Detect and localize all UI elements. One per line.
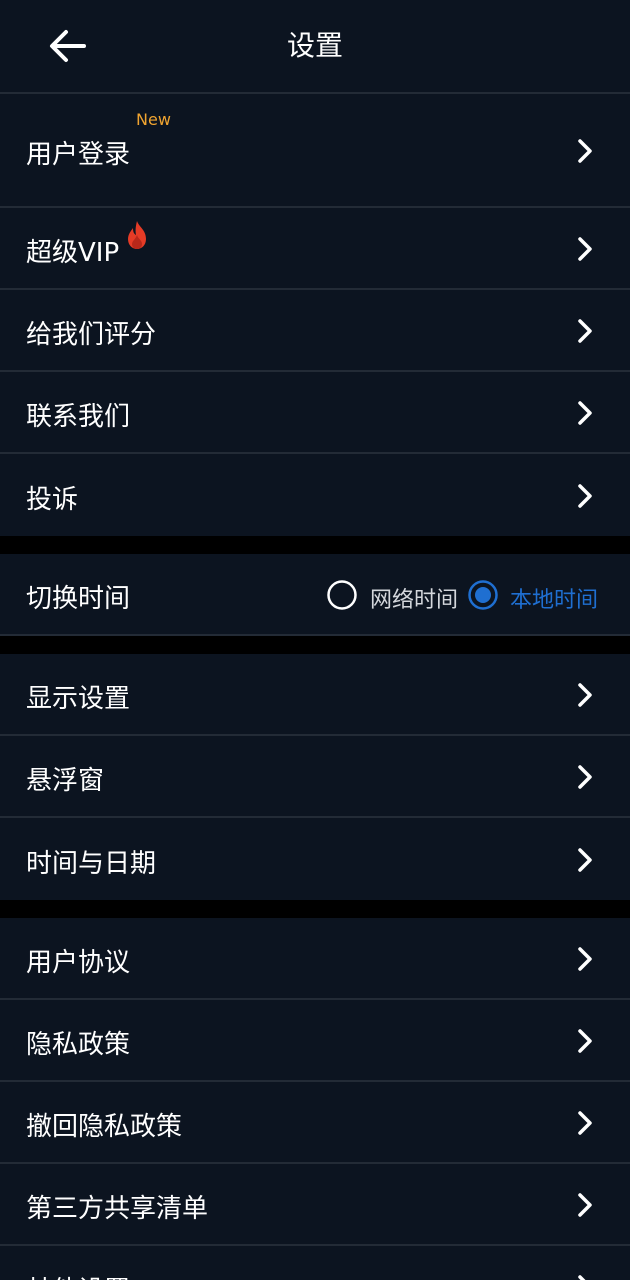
- other-settings-label: 其他设置: [26, 1270, 130, 1280]
- user-agreement-row[interactable]: 用户协议: [0, 918, 630, 1000]
- complain-row[interactable]: 投诉: [0, 454, 630, 536]
- user-login-label: 用户登录: [26, 140, 131, 170]
- super-vip-label: 超级VIP: [26, 238, 120, 268]
- contact-us-row[interactable]: 联系我们: [0, 372, 630, 454]
- local-time-label[interactable]: 本地时间: [510, 582, 598, 614]
- display-settings-row[interactable]: 显示设置: [0, 654, 630, 736]
- chevron-right-icon: [578, 319, 592, 343]
- chevron-right-icon: [578, 765, 592, 789]
- contact-us-label: 联系我们: [26, 402, 131, 432]
- rate-us-row[interactable]: 给我们评分: [0, 290, 630, 372]
- top-bar: 设置: [0, 0, 630, 94]
- fire-icon: [128, 221, 146, 249]
- back-button[interactable]: [44, 22, 92, 70]
- chevron-right-icon: [578, 848, 592, 872]
- switch-time-label: 切换时间: [26, 584, 131, 614]
- chevron-right-icon: [578, 401, 592, 425]
- page-title: 设置: [286, 29, 343, 62]
- revoke-privacy-row[interactable]: 撤回隐私政策: [0, 1082, 630, 1164]
- network-time-radio[interactable]: [327, 580, 357, 610]
- arrow-left-icon: [50, 30, 86, 62]
- chevron-right-icon: [578, 139, 592, 163]
- chevron-right-icon: [578, 484, 592, 508]
- chevron-right-icon: [578, 1275, 586, 1280]
- chevron-right-icon: [578, 683, 592, 707]
- network-time-label[interactable]: 网络时间: [370, 582, 458, 614]
- super-vip-row[interactable]: 超级VIP: [0, 208, 630, 290]
- third-party-list-row[interactable]: 第三方共享清单: [0, 1164, 630, 1246]
- complain-label: 投诉: [26, 485, 79, 515]
- new-badge: New: [136, 110, 171, 129]
- chevron-right-icon: [578, 947, 592, 971]
- third-party-list-label: 第三方共享清单: [26, 1194, 209, 1224]
- revoke-privacy-label: 撤回隐私政策: [26, 1112, 183, 1142]
- time-date-row[interactable]: 时间与日期: [0, 818, 630, 900]
- chevron-right-icon: [578, 237, 592, 261]
- chevron-right-icon: [578, 1193, 592, 1217]
- user-agreement-label: 用户协议: [26, 948, 131, 978]
- display-settings-label: 显示设置: [26, 684, 131, 714]
- user-login-row[interactable]: New 用户登录: [0, 94, 630, 208]
- local-time-radio[interactable]: [468, 580, 498, 610]
- float-window-label: 悬浮窗: [26, 766, 105, 796]
- float-window-row[interactable]: 悬浮窗: [0, 736, 630, 818]
- rate-us-label: 给我们评分: [26, 320, 157, 350]
- chevron-right-icon: [578, 1029, 592, 1053]
- other-settings-row[interactable]: 其他设置: [0, 1246, 630, 1280]
- privacy-policy-row[interactable]: 隐私政策: [0, 1000, 630, 1082]
- chevron-right-icon: [578, 1111, 592, 1135]
- time-date-label: 时间与日期: [26, 849, 157, 879]
- switch-time-row: 切换时间 网络时间 本地时间: [0, 554, 630, 636]
- privacy-policy-label: 隐私政策: [26, 1030, 131, 1060]
